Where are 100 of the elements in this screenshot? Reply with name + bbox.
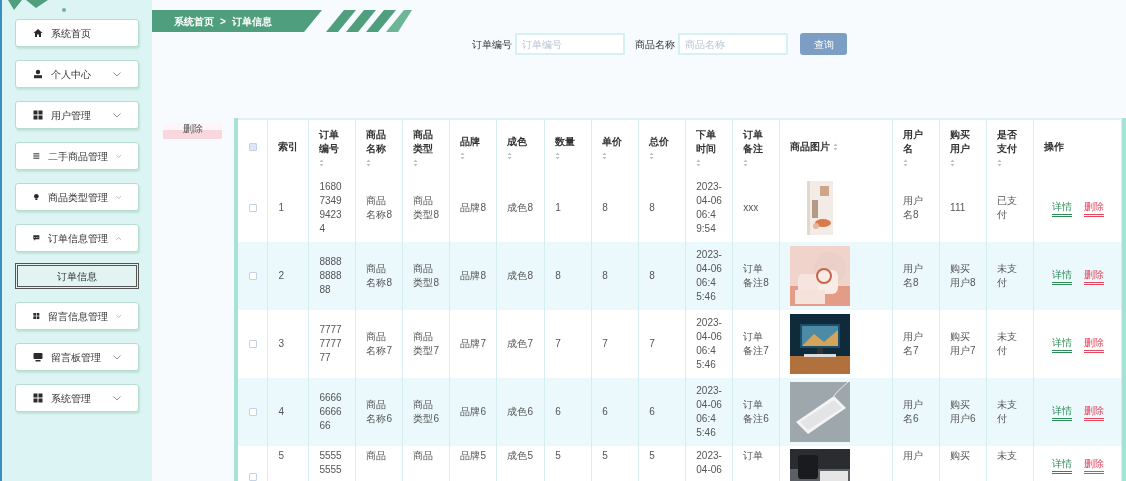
table-cell: 成色5 [507, 449, 534, 463]
column-header[interactable]: 购买用户 [950, 127, 977, 156]
table-cell: 品牌7 [460, 337, 487, 351]
menu-label: 商品类型管理 [47, 190, 108, 205]
sort-icon[interactable] [413, 158, 419, 167]
table-cell: 购买用户6 [950, 398, 977, 426]
menu-item[interactable]: 系统管理 [15, 384, 139, 412]
menu-label: 留言信息管理 [47, 309, 108, 324]
delete-link[interactable]: 删除 [1084, 199, 1105, 217]
table-cell: 成色8 [507, 269, 534, 283]
sort-icon[interactable] [833, 143, 839, 151]
table-cell-text: 3 [278, 337, 285, 351]
sort-icon[interactable] [903, 158, 909, 167]
list-icon [33, 151, 40, 161]
chevron-down-icon [115, 313, 121, 319]
table-cell: 2023-04-06 06:45:46 [696, 384, 723, 440]
column-header[interactable]: 商品名称 [366, 127, 393, 156]
delete-link[interactable]: 删除 [1084, 267, 1105, 285]
checkbox[interactable] [248, 473, 257, 481]
menu-label: 用户管理 [51, 108, 92, 123]
table-cell: 品牌8 [460, 201, 487, 215]
column-header[interactable]: 是否支付 [997, 127, 1024, 156]
column-header[interactable]: 成色 [507, 134, 534, 149]
submenu-item[interactable]: 订单信息 [15, 263, 139, 289]
column-header[interactable]: 订单备注 [743, 127, 770, 156]
grid-icon [33, 110, 43, 120]
table-cell-text: 未支付 [997, 330, 1019, 358]
details-link[interactable]: 详情 [1052, 457, 1073, 474]
table-cell-text: 4 [278, 405, 285, 419]
menu-item[interactable]: 用户管理 [15, 101, 139, 129]
menu-item[interactable]: 商品类型管理 [15, 183, 139, 211]
table-cell: 品牌8 [460, 269, 487, 283]
sort-icon[interactable] [460, 151, 466, 160]
menu-label: 个人中心 [51, 67, 92, 82]
details-link[interactable]: 详情 [1052, 403, 1073, 421]
sort-icon[interactable] [743, 158, 749, 167]
details-link[interactable]: 详情 [1052, 267, 1073, 285]
chevron-up-icon [115, 235, 121, 241]
column-header[interactable]: 商品类型 [413, 127, 440, 156]
person-icon [33, 69, 43, 79]
table-cell-text: 111 [950, 201, 967, 215]
table-cell-text: 6 [602, 405, 609, 419]
checkbox[interactable] [248, 203, 257, 212]
table-cell-text: 6666666666 [319, 391, 343, 433]
table-cell-text: 用户名8 [903, 194, 925, 222]
sort-icon[interactable] [507, 151, 513, 160]
table-cell-text: 8 [649, 269, 656, 283]
table-cell-text: 用户名6 [903, 398, 925, 426]
delete-link[interactable]: 删除 [1084, 335, 1105, 353]
menu-item[interactable]: 留言信息管理 [15, 302, 139, 330]
monitor-icon [33, 352, 43, 362]
delete-link[interactable]: 删除 [1084, 457, 1105, 474]
table-cell-text: 用户名8 [903, 262, 925, 290]
sort-icon[interactable] [602, 151, 608, 160]
sort-icon[interactable] [997, 158, 1003, 167]
menu-label: 二手商品管理 [47, 149, 108, 164]
sort-icon[interactable] [366, 158, 372, 167]
sort-icon[interactable] [555, 151, 561, 160]
table-cell: 商品类型8 [413, 262, 440, 290]
details-link[interactable]: 详情 [1052, 199, 1073, 217]
details-link[interactable]: 详情 [1052, 335, 1073, 353]
menu-item[interactable]: 订单信息管理 [15, 224, 139, 252]
home-icon [33, 28, 43, 38]
sort-icon[interactable] [696, 158, 702, 167]
table-cell-text: 用户 [903, 449, 925, 463]
column-header[interactable]: 用户名 [903, 127, 930, 156]
column-header[interactable]: 品牌 [460, 134, 487, 149]
column-header[interactable]: 总价 [649, 134, 676, 149]
breadcrumb-separator: > [220, 14, 226, 29]
table-cell-text: 商品 [413, 449, 435, 463]
column-header: 操作 [1044, 140, 1065, 154]
column-header[interactable]: 商品图片 [790, 140, 831, 154]
column-header[interactable]: 数量 [555, 134, 582, 149]
sort-icon[interactable] [319, 158, 325, 167]
table-cell-text: 5 [649, 449, 656, 463]
table-cell-text: 7 [602, 337, 609, 351]
table-cell-text: 1680734994234 [319, 180, 343, 236]
field-label: 商品名称 [635, 37, 675, 52]
column-header[interactable]: 单价 [602, 134, 629, 149]
checkbox[interactable] [248, 142, 257, 151]
menu-item[interactable]: 个人中心 [15, 60, 139, 88]
field-label: 订单编号 [472, 37, 512, 52]
table-cell: 商品名称7 [366, 330, 393, 358]
checkbox[interactable] [248, 271, 257, 280]
delete-button[interactable]: 删除 [163, 123, 223, 139]
column-header[interactable]: 订单编号 [319, 127, 346, 156]
table-cell: 成色7 [507, 337, 534, 351]
checkbox[interactable] [248, 407, 257, 416]
sort-icon[interactable] [950, 158, 956, 167]
table-cell: 订单备注7 [743, 330, 770, 358]
delete-link[interactable]: 删除 [1084, 403, 1105, 421]
menu-item[interactable]: 二手商品管理 [15, 142, 139, 170]
menu-item[interactable]: 系统首页 [15, 19, 139, 47]
menu-item[interactable]: 留言板管理 [15, 343, 139, 371]
table-cell: 订单备注8 [743, 262, 770, 290]
column-header[interactable]: 下单时间 [696, 127, 723, 156]
table-cell-text: 6 [649, 405, 656, 419]
sort-icon[interactable] [649, 151, 655, 160]
corner-drawing [8, 0, 68, 14]
checkbox[interactable] [248, 339, 257, 348]
